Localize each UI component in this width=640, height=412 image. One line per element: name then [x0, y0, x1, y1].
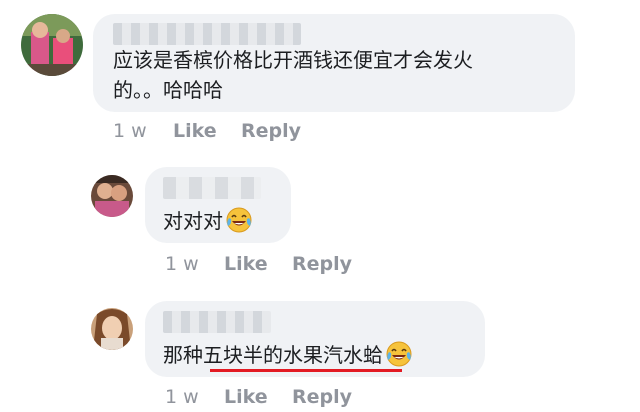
- timestamp[interactable]: 1 w: [113, 120, 147, 142]
- comment-text: 那种五块半的水果汽水蛤: [163, 340, 413, 370]
- timestamp[interactable]: 1 w: [165, 253, 199, 275]
- avatar-photo-icon: [21, 14, 83, 76]
- timestamp[interactable]: 1 w: [165, 386, 199, 408]
- comment-text-line: 对对对: [163, 209, 223, 233]
- like-button[interactable]: Like: [224, 386, 268, 408]
- avatar-photo-icon: [91, 308, 133, 350]
- like-button[interactable]: Like: [224, 253, 268, 275]
- comment-actions: 1 w Like Reply: [113, 120, 413, 144]
- comment-text: 对对对: [163, 206, 253, 236]
- face-with-tears-of-joy-icon: [386, 341, 412, 367]
- avatar[interactable]: [91, 175, 133, 217]
- avatar-photo-icon: [91, 175, 133, 217]
- comment-text-segment: 蛤: [363, 343, 383, 367]
- comment-actions: 1 w Like Reply: [165, 253, 465, 277]
- comment-text-segment: 那种: [163, 343, 203, 367]
- commenter-name[interactable]: [163, 177, 261, 199]
- face-with-tears-of-joy-icon: [226, 207, 252, 233]
- reply-button[interactable]: Reply: [292, 253, 352, 275]
- comment-thread: 应该是香槟价格比开酒钱还便宜才会发火 的。。哈哈哈 1 w Like Reply…: [0, 0, 640, 412]
- reply-button[interactable]: Reply: [241, 120, 301, 142]
- comment-actions: 1 w Like Reply: [165, 386, 465, 410]
- comment-text: 应该是香槟价格比开酒钱还便宜才会发火 的。。哈哈哈: [113, 45, 473, 105]
- avatar[interactable]: [21, 14, 83, 76]
- like-button[interactable]: Like: [173, 120, 217, 142]
- commenter-name[interactable]: [113, 23, 301, 45]
- comment-text-line: 应该是香槟价格比开酒钱还便宜才会发火: [113, 48, 473, 72]
- commenter-name[interactable]: [163, 311, 271, 333]
- reply-button[interactable]: Reply: [292, 386, 352, 408]
- comment-text-line: 的。。哈哈哈: [113, 78, 223, 102]
- comment-text-highlighted: 五块半的水果汽水: [203, 343, 363, 367]
- avatar[interactable]: [91, 308, 133, 350]
- red-underline-annotation: [210, 369, 402, 372]
